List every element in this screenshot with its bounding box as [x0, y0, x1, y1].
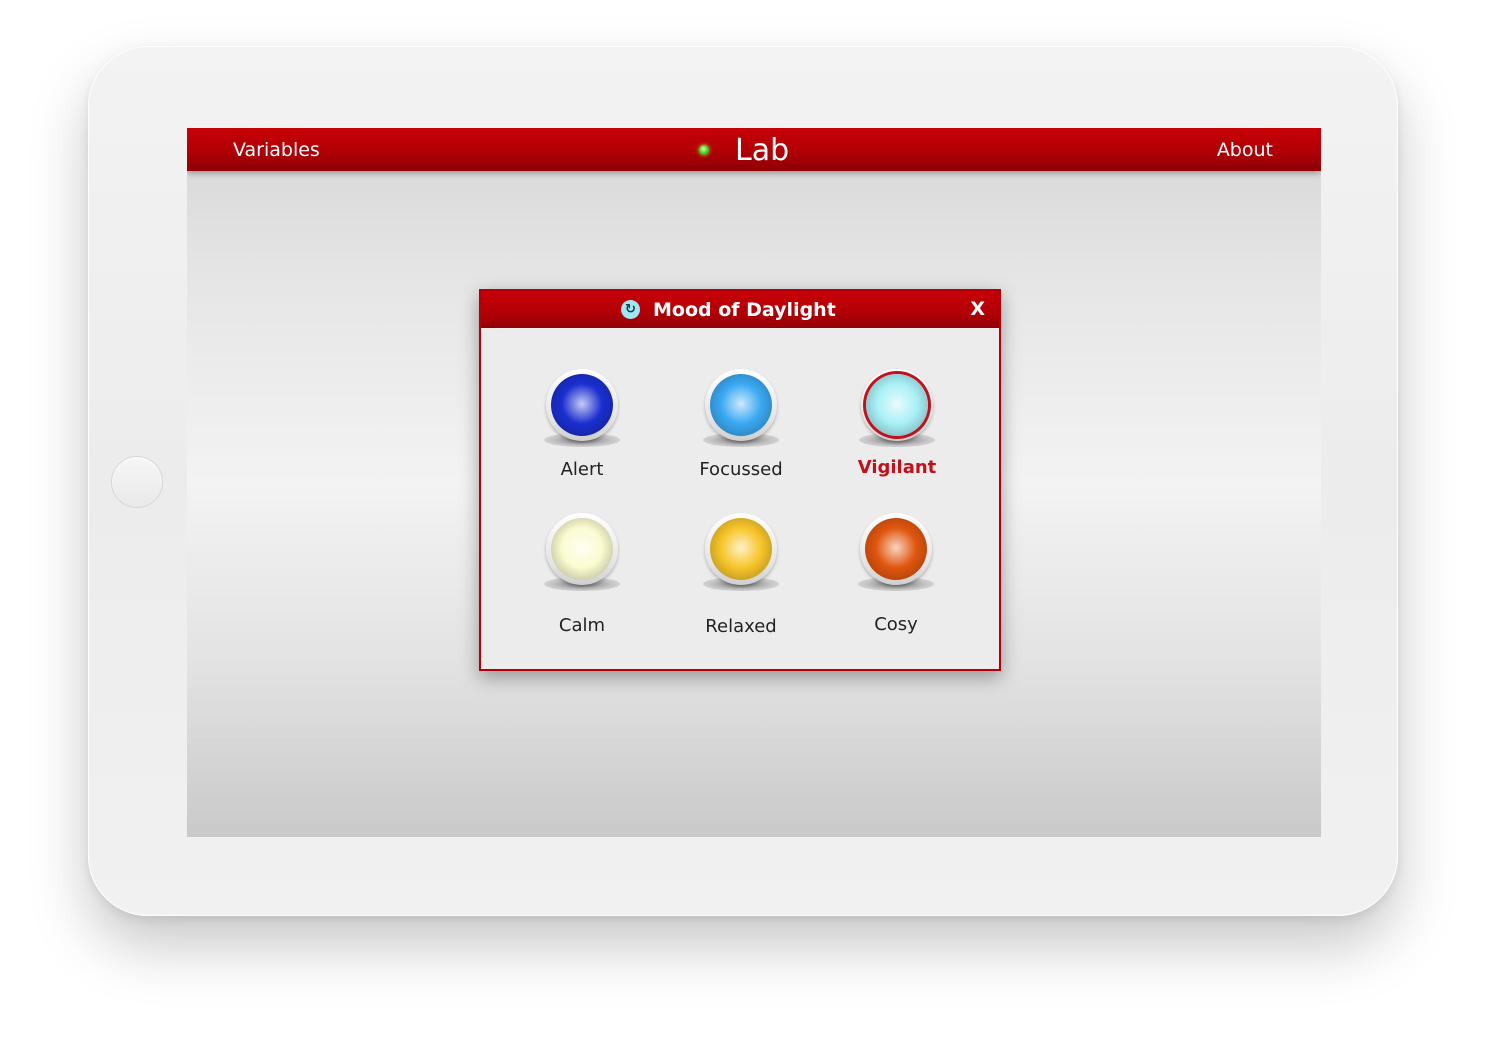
- orb-ring: [546, 369, 618, 441]
- dialog-title: Mood of Daylight: [653, 298, 836, 321]
- home-button[interactable]: [111, 456, 163, 508]
- mood-option-alert[interactable]: Alert: [522, 369, 642, 487]
- mood-dialog: ↻ Mood of Daylight X Alert Focussed Vigi…: [479, 289, 1001, 671]
- mood-orb-calm[interactable]: [551, 518, 613, 580]
- mood-option-calm[interactable]: Calm: [522, 513, 642, 636]
- mood-label-focussed: Focussed: [699, 459, 783, 480]
- mood-option-relaxed[interactable]: Relaxed: [681, 513, 801, 637]
- mood-label-cosy: Cosy: [874, 614, 918, 635]
- app-screen: Variables Lab About ↻ Mood of Daylight X…: [187, 128, 1321, 837]
- mood-orb-focussed[interactable]: [710, 374, 772, 436]
- orb-ring: [546, 513, 618, 585]
- app-title-group: Lab: [699, 130, 789, 170]
- orb-ring: [861, 369, 933, 441]
- dialog-title-group: ↻ Mood of Daylight: [621, 291, 836, 328]
- mood-label-calm: Calm: [558, 615, 606, 636]
- status-indicator-icon: [699, 145, 709, 155]
- close-button[interactable]: X: [970, 298, 985, 320]
- mood-orb-vigilant[interactable]: [866, 374, 928, 436]
- top-bar: Variables Lab About: [187, 128, 1321, 171]
- orb-ring: [860, 513, 932, 585]
- app-title: Lab: [735, 132, 790, 168]
- mood-label-alert: Alert: [560, 459, 604, 480]
- mood-label-relaxed: Relaxed: [705, 616, 777, 637]
- nav-variables[interactable]: Variables: [233, 139, 320, 161]
- nav-about[interactable]: About: [1217, 139, 1273, 161]
- mood-orb-alert[interactable]: [551, 374, 613, 436]
- mood-orb-relaxed[interactable]: [710, 518, 772, 580]
- orb-ring: [705, 369, 777, 441]
- mood-option-cosy[interactable]: Cosy: [836, 513, 956, 635]
- mood-orb-cosy[interactable]: [865, 518, 927, 580]
- dialog-header: ↻ Mood of Daylight X: [481, 291, 999, 328]
- mood-option-vigilant[interactable]: Vigilant: [837, 369, 957, 487]
- refresh-icon[interactable]: ↻: [621, 300, 640, 319]
- orb-ring: [705, 513, 777, 585]
- mood-label-vigilant: Vigilant: [857, 457, 937, 478]
- mood-option-focussed[interactable]: Focussed: [681, 369, 801, 487]
